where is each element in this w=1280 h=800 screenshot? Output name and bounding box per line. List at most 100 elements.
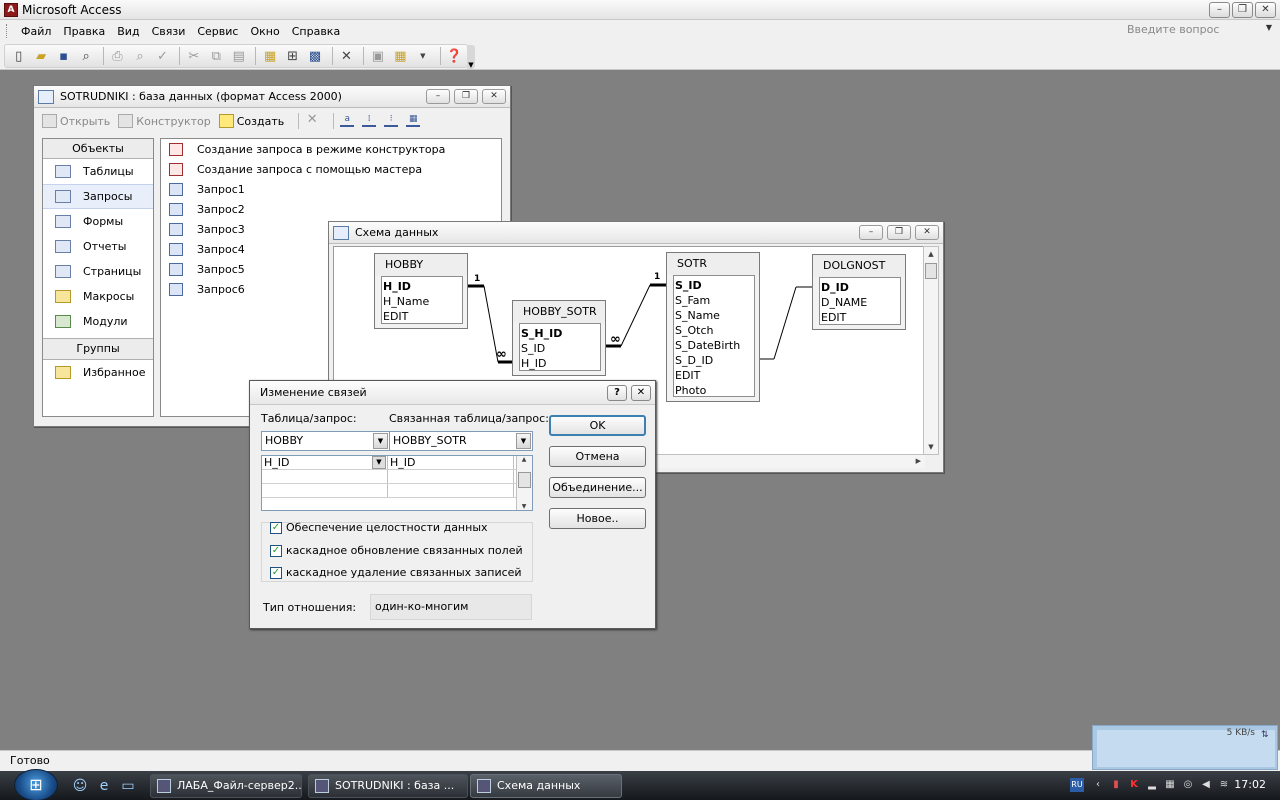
table-title[interactable]: HOBBY_SOTR xyxy=(513,301,605,323)
list-view-icon[interactable]: ⁝ xyxy=(384,115,399,127)
signal-icon[interactable]: ▂ xyxy=(1146,779,1158,791)
left-field-cell[interactable] xyxy=(262,484,388,497)
schema-restore-button[interactable]: ❐ xyxy=(887,225,911,240)
object-forms[interactable]: Формы xyxy=(43,209,153,234)
help-icon[interactable]: ❓ xyxy=(445,46,464,66)
db-restore-button[interactable]: ❐ xyxy=(454,89,478,104)
chevron-down-icon[interactable]: ▼ xyxy=(516,433,531,449)
checkmark-icon[interactable]: ✓ xyxy=(270,566,282,579)
field-pk[interactable]: S_H_ID xyxy=(521,327,600,342)
print-icon[interactable]: ⎙ xyxy=(108,46,127,66)
table-title[interactable]: DOLGNOST xyxy=(813,255,905,277)
field[interactable]: EDIT xyxy=(675,369,754,384)
right-field-cell[interactable] xyxy=(388,470,514,483)
field-pk[interactable]: D_ID xyxy=(821,281,900,296)
taskbar-item-word[interactable]: ЛАБА_Файл-сервер2.... xyxy=(150,774,302,798)
field[interactable]: S_ID xyxy=(521,342,600,357)
field[interactable]: Photo xyxy=(675,384,754,399)
scroll-down-icon[interactable]: ▼ xyxy=(924,440,938,454)
menu-relationships[interactable]: Связи xyxy=(146,25,192,38)
schema-close-button[interactable]: ✕ xyxy=(915,225,939,240)
open-button[interactable]: Открыть xyxy=(42,114,110,128)
details-view-icon[interactable]: ▦ xyxy=(406,115,421,127)
table-title[interactable]: SOTR xyxy=(667,253,759,275)
ask-question-box[interactable]: Введите вопрос ▼ xyxy=(1127,23,1272,39)
new-icon[interactable]: ▯ xyxy=(9,46,28,66)
field[interactable]: S_Fam xyxy=(675,294,754,309)
object-pages[interactable]: Страницы xyxy=(43,259,153,284)
db-minimize-button[interactable]: – xyxy=(426,89,450,104)
table-title[interactable]: HOBBY xyxy=(375,254,467,276)
app-restore-button[interactable]: ❐ xyxy=(1232,2,1253,18)
field[interactable]: S_DateBirth xyxy=(675,339,754,354)
spelling-icon[interactable]: ✓ xyxy=(153,46,172,66)
dialog-titlebar[interactable]: Изменение связей ? ✕ xyxy=(250,381,655,405)
field[interactable]: S_D_ID xyxy=(675,354,754,369)
menu-file[interactable]: Файл xyxy=(15,25,57,38)
delete-icon[interactable]: ✕ xyxy=(337,46,356,66)
menu-help[interactable]: Справка xyxy=(286,25,346,38)
table-hobby-sotr[interactable]: HOBBY_SOTR S_H_ID S_ID H_ID xyxy=(512,300,606,376)
schema-vertical-scrollbar[interactable]: ▲ ▼ xyxy=(923,246,939,455)
paste-icon[interactable]: ▤ xyxy=(229,46,248,66)
menu-tools[interactable]: Сервис xyxy=(191,25,244,38)
menu-view[interactable]: Вид xyxy=(111,25,145,38)
list-item[interactable]: Запрос2 xyxy=(161,199,501,219)
antivirus-icon[interactable]: K xyxy=(1128,779,1140,791)
object-tables[interactable]: Таблицы xyxy=(43,159,153,184)
copy-icon[interactable]: ⧉ xyxy=(207,46,226,66)
messenger-icon[interactable]: ☺ xyxy=(72,778,88,794)
database-window-titlebar[interactable]: SOTRUDNIKI : база данных (формат Access … xyxy=(34,86,510,108)
field-pk[interactable]: S_ID xyxy=(675,279,754,294)
network-monitor-widget[interactable]: 5 KB/s ⇅ xyxy=(1092,725,1278,770)
scroll-thumb[interactable] xyxy=(925,263,937,279)
checkmark-icon[interactable]: ✓ xyxy=(270,544,282,557)
integrity-checkbox[interactable]: ✓ Обеспечение целостности данных xyxy=(270,521,488,534)
objects-header[interactable]: Объекты xyxy=(43,139,153,159)
table-sotr[interactable]: SOTR S_ID S_Fam S_Name S_Otch S_DateBirt… xyxy=(666,252,760,402)
new-object-icon[interactable]: ▦ xyxy=(391,46,410,66)
scroll-up-icon[interactable]: ▲ xyxy=(517,456,531,463)
open-folder-icon[interactable]: ▰ xyxy=(31,46,50,66)
menu-grip[interactable] xyxy=(6,24,9,38)
create-new-button[interactable]: Новое.. xyxy=(549,508,646,529)
new-object-dropdown-icon[interactable]: ▼ xyxy=(413,46,432,66)
create-button[interactable]: Создать xyxy=(218,114,284,128)
design-button[interactable]: Конструктор xyxy=(118,114,211,128)
tray-app-icon[interactable]: ▮ xyxy=(1110,779,1122,791)
object-macros[interactable]: Макросы xyxy=(43,284,153,309)
tray-expand-icon[interactable]: ‹ xyxy=(1092,779,1104,791)
left-field-cell[interactable]: H_ID ▼ xyxy=(262,456,388,469)
table-hobby[interactable]: HOBBY H_ID H_Name EDIT xyxy=(374,253,468,329)
show-table-icon[interactable]: ▦ xyxy=(260,46,279,66)
field-pk[interactable]: H_ID xyxy=(383,280,462,295)
clock[interactable]: 17:02 xyxy=(1234,778,1266,791)
cancel-button[interactable]: Отмена xyxy=(549,446,646,467)
show-direct-relationships-icon[interactable]: ⊞ xyxy=(283,46,302,66)
search-file-icon[interactable]: ⌕ xyxy=(76,46,95,66)
help-question-icon[interactable]: ? xyxy=(607,385,627,401)
field[interactable]: S_Otch xyxy=(675,324,754,339)
volume-icon[interactable]: ◀ xyxy=(1200,779,1212,791)
object-modules[interactable]: Модули xyxy=(43,309,153,334)
chevron-down-icon[interactable]: ▼ xyxy=(373,433,388,449)
field[interactable]: EDIT xyxy=(383,310,462,325)
field[interactable]: EDIT xyxy=(821,311,900,326)
object-queries[interactable]: Запросы xyxy=(43,184,153,209)
list-item[interactable]: Создание запроса в режиме конструктора xyxy=(161,139,501,159)
ask-dropdown-icon[interactable]: ▼ xyxy=(1266,23,1272,32)
taskbar-item-schema[interactable]: Схема данных xyxy=(470,774,622,798)
database-window-icon[interactable]: ▣ xyxy=(368,46,387,66)
schema-minimize-button[interactable]: – xyxy=(859,225,883,240)
group-favorites[interactable]: Избранное xyxy=(43,360,153,385)
scroll-down-icon[interactable]: ▼ xyxy=(517,503,531,510)
app-minimize-button[interactable]: – xyxy=(1209,2,1230,18)
network-icon[interactable]: ▦ xyxy=(1164,779,1176,791)
large-icons-view-icon[interactable]: a xyxy=(340,115,355,127)
scroll-right-icon[interactable]: ▶ xyxy=(916,457,921,465)
taskbar-item-database[interactable]: SOTRUDNIKI : база ... xyxy=(308,774,468,798)
delete-object-icon[interactable]: ✕ xyxy=(305,113,319,127)
wifi-icon[interactable]: ≋ xyxy=(1218,779,1230,791)
db-close-button[interactable]: ✕ xyxy=(482,89,506,104)
list-item[interactable]: Создание запроса с помощью мастера xyxy=(161,159,501,179)
